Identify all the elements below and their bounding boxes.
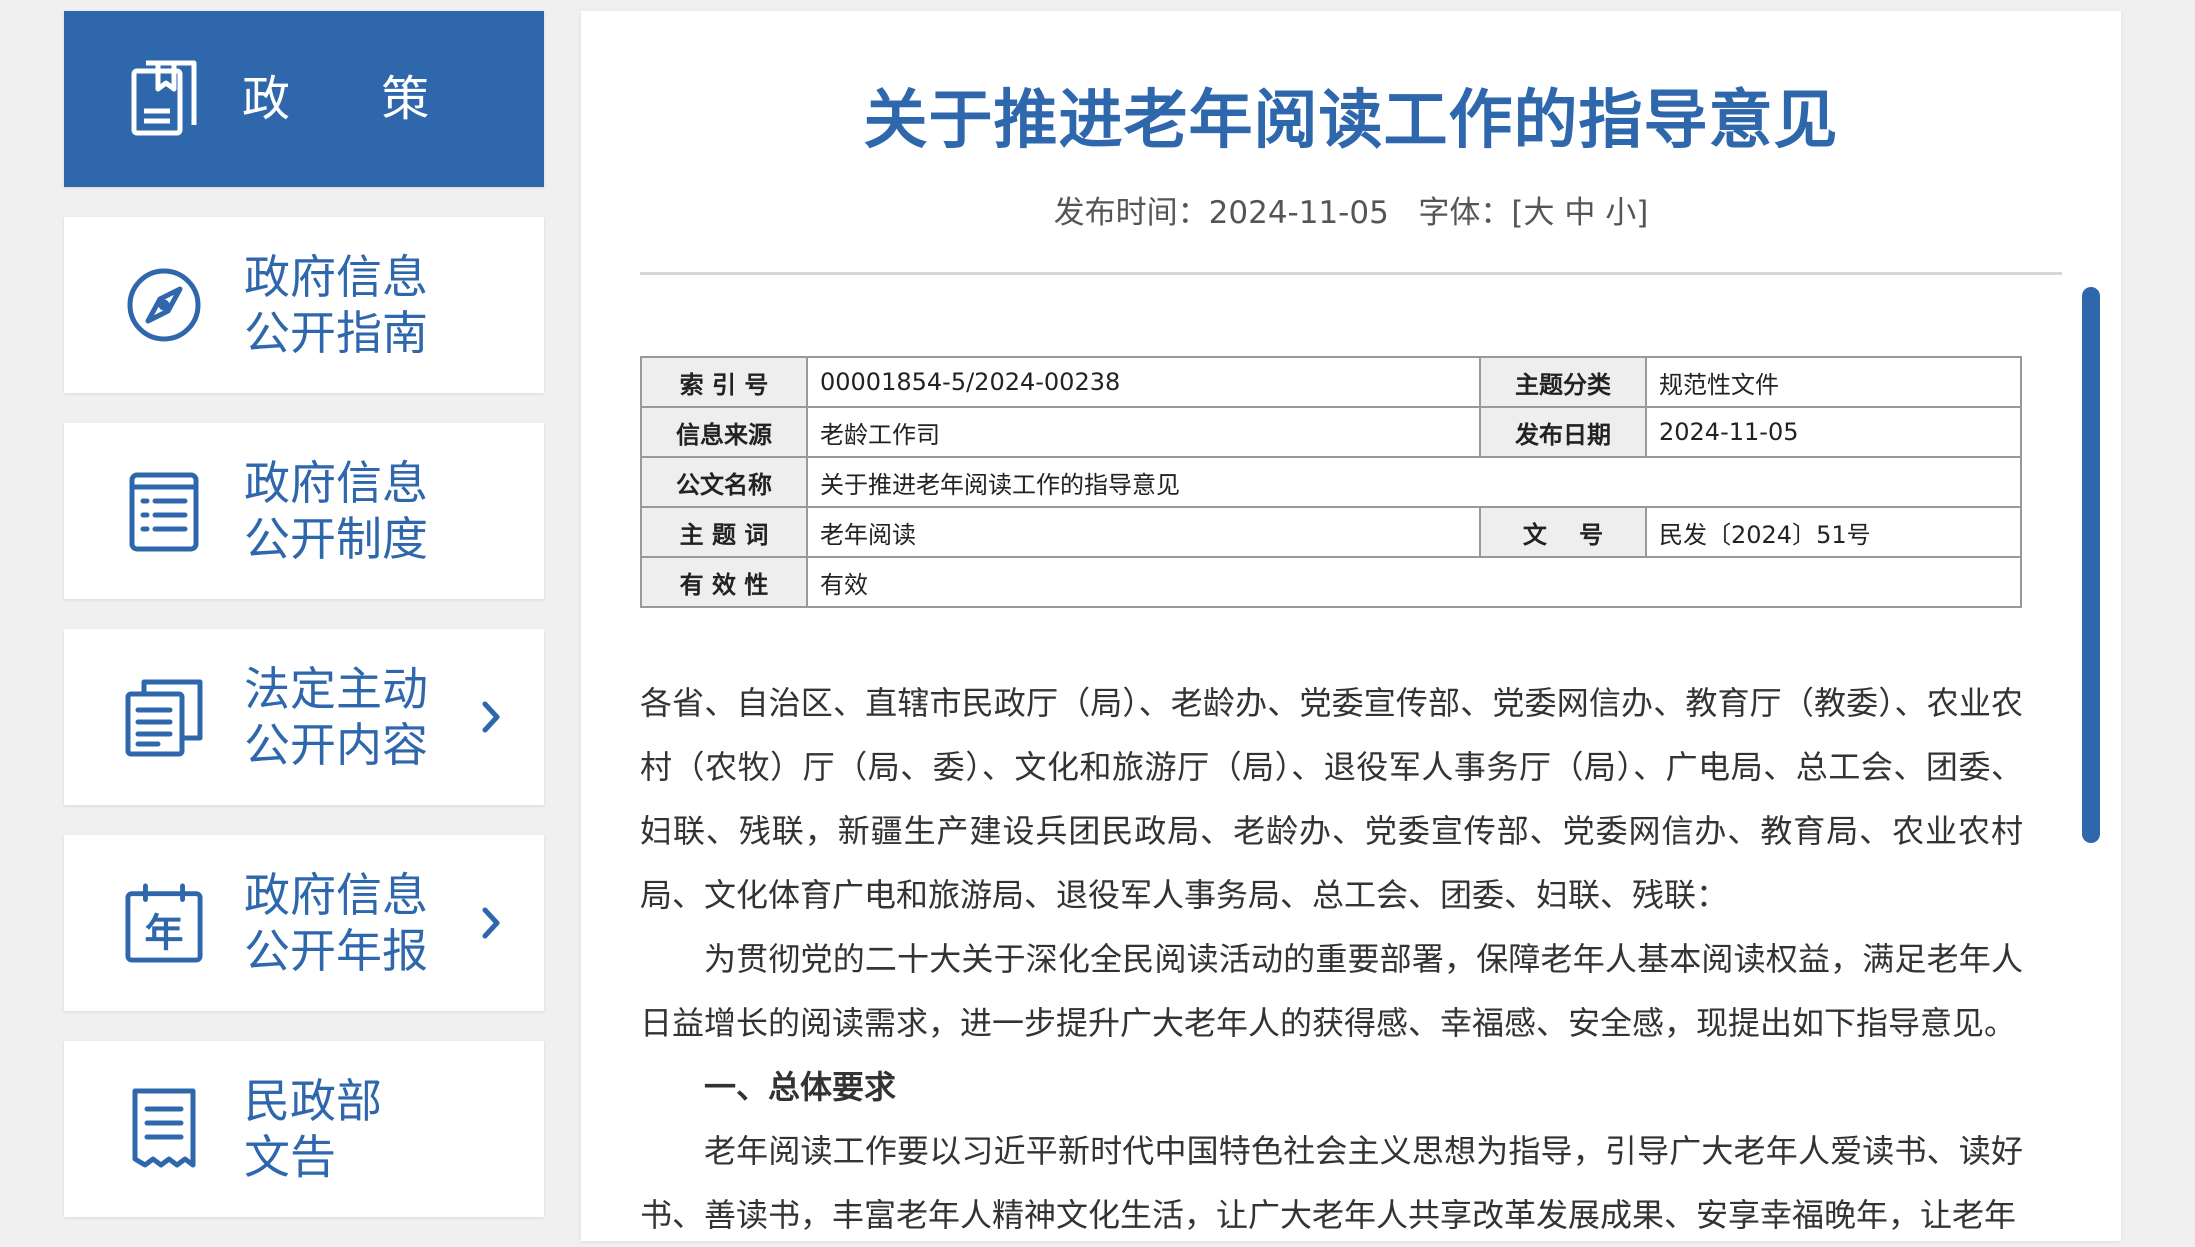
body-paragraph-intro: 为贯彻党的二十大关于深化全民阅读活动的重要部署，保障老年人基本阅读权益，满足老年… xyxy=(640,940,2023,1042)
sidebar-item-label: 文告 xyxy=(244,1130,336,1184)
doc-name-label: 公文名称 xyxy=(640,456,808,508)
document-info-table: 索 引 号 00001854-5/2024-00238 主题分类 规范性文件 信… xyxy=(640,356,2022,608)
date-label: 发布日期 xyxy=(1479,406,1647,458)
calendar-year-icon: 年 xyxy=(124,880,204,966)
doc-no-value: 民发〔2024〕51号 xyxy=(1645,506,2022,558)
font-size-bracket-close: ] xyxy=(1636,195,1649,231)
page-title: 关于推进老年阅读工作的指导意见 xyxy=(863,84,1839,158)
source-label: 信息来源 xyxy=(640,406,808,458)
table-row: 主 题 词 老年阅读 文 号 民发〔2024〕51号 xyxy=(640,506,2022,558)
sidebar-item-label: 民政部 xyxy=(244,1074,382,1128)
sidebar-item-label: 政府信息 xyxy=(244,868,428,922)
keyword-label: 主 题 词 xyxy=(640,506,808,558)
date-value: 2024-11-05 xyxy=(1645,406,2022,458)
scrollbar-thumb[interactable] xyxy=(2082,287,2100,843)
font-size-label: 字体： xyxy=(1418,195,1512,231)
sidebar-item-annual-report[interactable]: 年 政府信息 公开年报 xyxy=(64,835,544,1011)
index-no-value: 00001854-5/2024-00238 xyxy=(806,356,1481,408)
sidebar-item-label: 公开内容 xyxy=(244,718,428,772)
document-stack-icon xyxy=(124,56,204,142)
category-label: 主题分类 xyxy=(1479,356,1647,408)
documents-icon xyxy=(124,674,204,760)
doc-no-label: 文 号 xyxy=(1479,506,1647,558)
font-size-medium-button[interactable]: 中 xyxy=(1564,195,1595,231)
font-size-large-button[interactable]: 大 xyxy=(1524,195,1555,231)
validity-value: 有效 xyxy=(806,556,2022,608)
compass-icon xyxy=(124,262,204,348)
font-size-small-button[interactable]: 小 xyxy=(1605,195,1636,231)
source-value: 老龄工作司 xyxy=(806,406,1481,458)
sidebar-item-label: 法定主动 xyxy=(244,662,428,716)
table-row: 信息来源 老龄工作司 发布日期 2024-11-05 xyxy=(640,406,2022,458)
sidebar-item-statutory-content[interactable]: 法定主动 公开内容 xyxy=(64,629,544,805)
sidebar-item-ministry-notices[interactable]: 民政部 文告 xyxy=(64,1041,544,1217)
publish-date: 2024-11-05 xyxy=(1208,195,1389,231)
sidebar-item-disclosure-system[interactable]: 政府信息 公开制度 xyxy=(64,423,544,599)
sidebar-item-disclosure-guide[interactable]: 政府信息 公开指南 xyxy=(64,217,544,393)
doc-name-value: 关于推进老年阅读工作的指导意见 xyxy=(806,456,2022,508)
sidebar-item-label: 政 策 xyxy=(242,71,468,127)
chevron-right-icon xyxy=(476,694,506,740)
list-document-icon xyxy=(124,468,204,554)
title-divider xyxy=(640,272,2062,275)
body-paragraph-addressees: 各省、自治区、直辖市民政厅（局）、老龄办、党委宣传部、党委网信办、教育厅（教委）… xyxy=(640,684,2023,914)
svg-text:年: 年 xyxy=(144,911,183,956)
sidebar-item-label: 公开制度 xyxy=(244,512,428,566)
chevron-right-icon xyxy=(476,900,506,946)
sidebar-item-label: 政府信息 xyxy=(244,456,428,510)
document-panel: 关于推进老年阅读工作的指导意见 发布时间：2024-11-05 字体：[大 中 … xyxy=(581,11,2121,1241)
index-no-label: 索 引 号 xyxy=(640,356,808,408)
table-row: 公文名称 关于推进老年阅读工作的指导意见 xyxy=(640,456,2022,508)
body-paragraph: 老年阅读工作要以习近平新时代中国特色社会主义思想为指导，引导广大老年人爱读书、读… xyxy=(640,1132,2023,1234)
document-meta: 发布时间：2024-11-05 字体：[大 中 小] xyxy=(581,191,2121,235)
category-value: 规范性文件 xyxy=(1645,356,2022,408)
table-row: 有 效 性 有效 xyxy=(640,556,2022,608)
sidebar-item-label: 政府信息 xyxy=(244,250,428,304)
sidebar-item-policy[interactable]: 政 策 xyxy=(64,11,544,187)
receipt-document-icon xyxy=(124,1086,204,1172)
font-size-bracket-open: [ xyxy=(1511,195,1524,231)
sidebar-item-label: 公开年报 xyxy=(244,924,428,978)
section-heading: 一、总体要求 xyxy=(704,1068,897,1106)
validity-label: 有 效 性 xyxy=(640,556,808,608)
publish-label: 发布时间： xyxy=(1053,195,1209,231)
keyword-value: 老年阅读 xyxy=(806,506,1481,558)
document-body: 各省、自治区、直辖市民政厅（局）、老龄办、党委宣传部、党委网信办、教育厅（教委）… xyxy=(640,671,2023,1247)
sidebar-item-label: 公开指南 xyxy=(244,306,428,360)
table-row: 索 引 号 00001854-5/2024-00238 主题分类 规范性文件 xyxy=(640,356,2022,408)
